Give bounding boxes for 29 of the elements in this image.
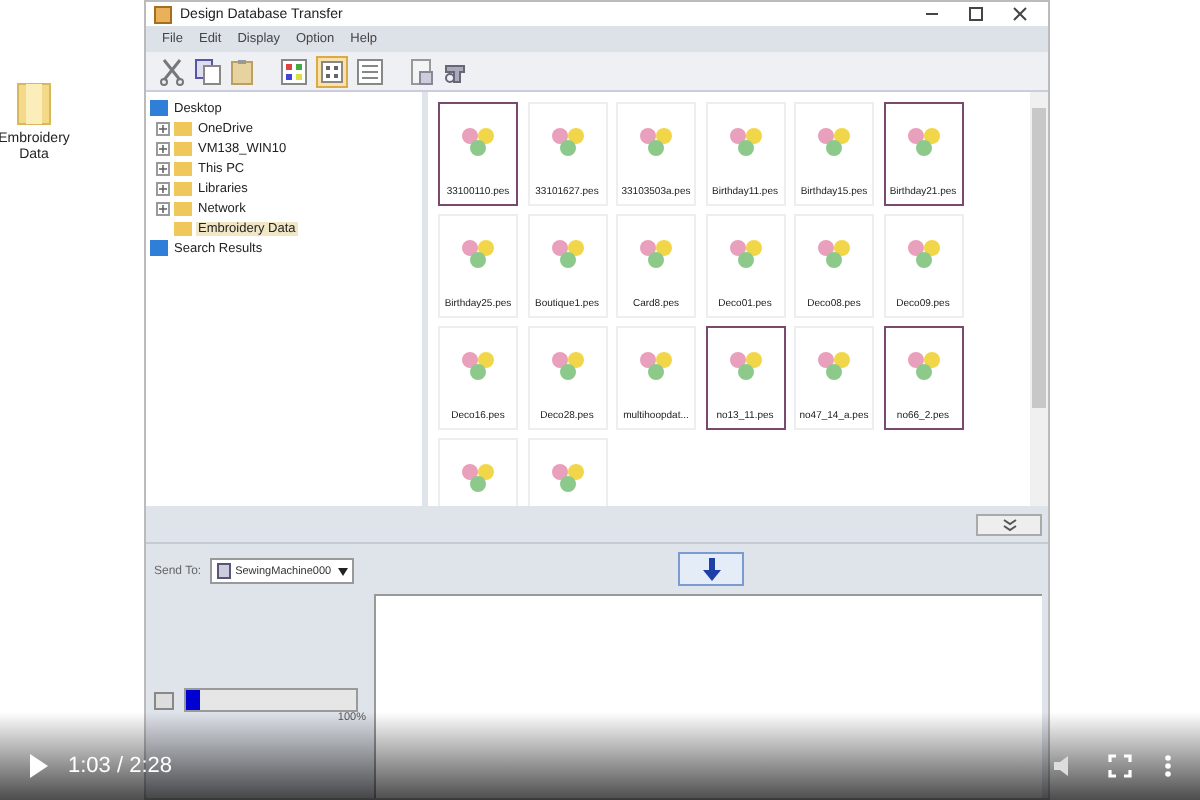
double-chevron-icon — [1001, 517, 1017, 531]
machine-icon — [154, 691, 174, 709]
expand-toggle[interactable] — [156, 121, 170, 135]
scissors-icon[interactable] — [158, 57, 186, 85]
expand-toggle[interactable] — [156, 181, 170, 195]
copy-icon[interactable] — [194, 57, 222, 85]
small-thumbnails-icon[interactable] — [316, 55, 348, 87]
play-icon[interactable] — [28, 754, 48, 778]
list-view-icon[interactable] — [356, 57, 384, 85]
down-arrow-icon — [701, 557, 721, 581]
desktop-icon — [150, 240, 168, 256]
video-time: 1:03 / 2:28 — [68, 754, 172, 778]
more-options-icon[interactable] — [1164, 754, 1172, 778]
transfer-button[interactable] — [678, 552, 744, 586]
fullscreen-icon[interactable] — [1108, 754, 1132, 778]
machine-icon — [215, 562, 232, 580]
close-icon[interactable] — [1012, 6, 1028, 22]
collapse-button[interactable] — [976, 513, 1042, 535]
document-icon[interactable] — [410, 57, 434, 85]
clipboard-icon[interactable] — [230, 57, 254, 85]
dropdown-arrow-icon — [337, 567, 348, 575]
expand-toggle[interactable] — [156, 201, 170, 215]
desktop-icon — [150, 100, 168, 116]
large-thumbnails-icon[interactable] — [280, 57, 308, 85]
maximize-icon[interactable] — [968, 6, 984, 22]
expand-toggle[interactable] — [156, 141, 170, 155]
expand-toggle[interactable] — [156, 161, 170, 175]
app-icon — [154, 5, 172, 23]
scrollbar[interactable] — [1030, 92, 1048, 506]
